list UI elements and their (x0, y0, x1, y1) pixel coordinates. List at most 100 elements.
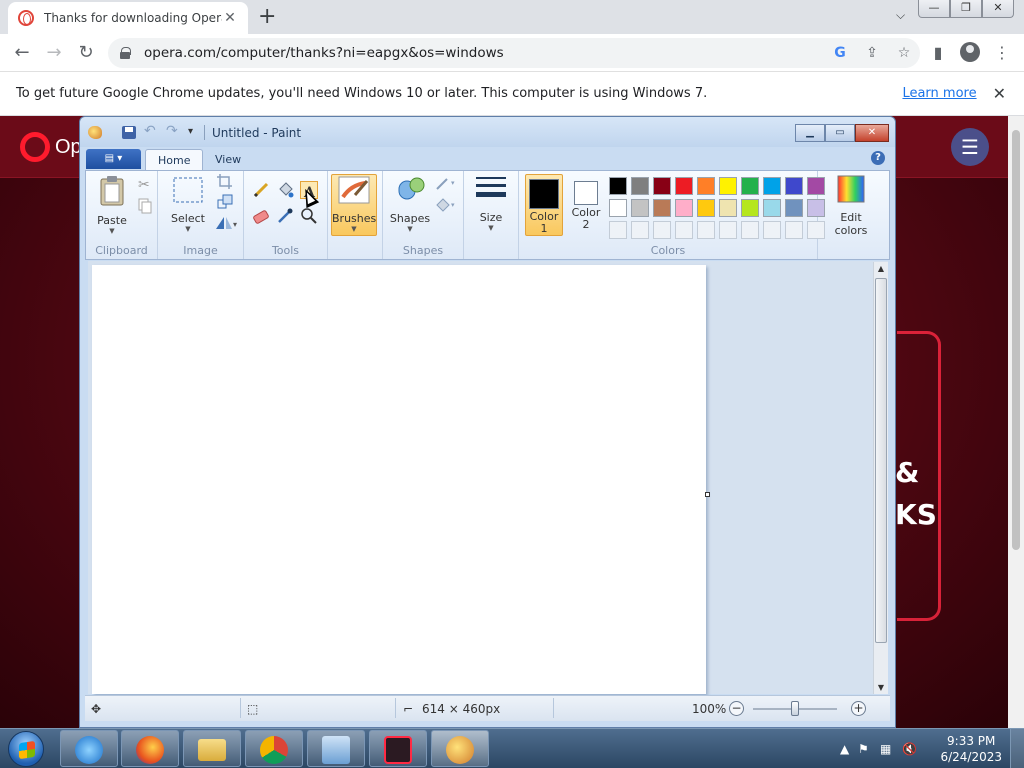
palette-swatch[interactable] (631, 199, 649, 217)
custom-color-slot[interactable] (653, 221, 671, 239)
canvas-resize-handle[interactable] (705, 492, 710, 497)
custom-color-slot[interactable] (675, 221, 693, 239)
volume-muted-icon[interactable]: 🔇 (902, 742, 917, 756)
select-button[interactable]: Select ▼ (166, 175, 210, 233)
eraser-icon[interactable] (252, 207, 270, 225)
show-desktop-button[interactable] (1010, 729, 1024, 768)
custom-color-slot[interactable] (719, 221, 737, 239)
taskbar-opera-gx[interactable] (369, 730, 427, 767)
shapes-button[interactable]: Shapes ▼ (387, 175, 433, 233)
paint-app-icon[interactable] (88, 126, 102, 139)
custom-color-slot[interactable] (609, 221, 627, 239)
page-scrollbar-thumb[interactable] (1012, 130, 1020, 550)
profile-button[interactable] (954, 36, 986, 68)
tab-close-icon[interactable]: ✕ (222, 10, 238, 26)
taskbar-ie[interactable] (60, 730, 118, 767)
side-panel-icon[interactable]: ▮ (922, 36, 954, 68)
palette-swatch[interactable] (741, 199, 759, 217)
drawing-canvas[interactable] (92, 265, 706, 694)
palette-swatch[interactable] (785, 199, 803, 217)
palette-swatch[interactable] (719, 199, 737, 217)
pencil-icon[interactable] (252, 181, 270, 199)
zoom-slider-thumb[interactable] (791, 701, 799, 716)
google-lens-icon[interactable]: G (824, 45, 856, 61)
color2-button[interactable]: Color 2 (567, 174, 605, 236)
palette-swatch[interactable] (719, 177, 737, 195)
fill-icon[interactable]: ▾ (435, 195, 461, 213)
palette-swatch[interactable] (653, 177, 671, 195)
tray-expand-icon[interactable]: ▲ (840, 742, 849, 756)
zoom-in-button[interactable]: + (851, 701, 866, 716)
palette-swatch[interactable] (785, 177, 803, 195)
paint-maximize-button[interactable]: ▭ (825, 124, 855, 142)
action-center-icon[interactable]: ⚑ (858, 742, 869, 756)
save-icon[interactable] (122, 126, 136, 139)
close-window-button[interactable]: ✕ (982, 0, 1014, 18)
magnifier-icon[interactable] (300, 207, 318, 225)
undo-icon[interactable]: ↶ (144, 123, 158, 139)
palette-swatch[interactable] (741, 177, 759, 195)
brushes-button[interactable]: Brushes ▼ (331, 174, 377, 236)
share-icon[interactable]: ⇪ (856, 45, 888, 61)
bookmark-star-icon[interactable]: ☆ (888, 45, 920, 61)
learn-more-link[interactable]: Learn more (902, 86, 976, 101)
palette-swatch[interactable] (631, 177, 649, 195)
custom-color-slot[interactable] (631, 221, 649, 239)
quick-access-dropdown-icon[interactable]: ▾ (188, 126, 202, 139)
palette-swatch[interactable] (653, 199, 671, 217)
copy-icon[interactable] (136, 197, 154, 215)
hamburger-menu-icon[interactable]: ☰ (951, 128, 989, 166)
crop-icon[interactable] (216, 173, 234, 191)
cut-icon[interactable]: ✂ (136, 175, 154, 193)
new-tab-button[interactable]: + (258, 5, 276, 29)
start-button[interactable] (8, 731, 44, 767)
tab-view[interactable]: View (203, 149, 253, 171)
zoom-out-button[interactable]: − (729, 701, 744, 716)
custom-color-slot[interactable] (741, 221, 759, 239)
opera-logo-icon[interactable] (20, 132, 50, 162)
help-icon[interactable]: ? (871, 151, 885, 165)
fill-bucket-icon[interactable] (276, 181, 294, 199)
paste-button[interactable]: Paste ▼ (92, 175, 132, 235)
taskbar-explorer[interactable] (183, 730, 241, 767)
tab-home[interactable]: Home (145, 149, 204, 171)
url-text[interactable]: opera.com/computer/thanks?ni=eapgx&os=wi… (144, 45, 824, 61)
back-arrow-icon[interactable]: ← (6, 37, 38, 69)
paint-minimize-button[interactable]: ▁ (795, 124, 825, 142)
custom-color-slot[interactable] (763, 221, 781, 239)
canvas-vertical-scrollbar[interactable]: ▲ ▼ (873, 262, 888, 694)
reload-icon[interactable]: ↻ (70, 37, 102, 69)
palette-swatch[interactable] (763, 177, 781, 195)
palette-swatch[interactable] (609, 199, 627, 217)
forward-arrow-icon[interactable]: → (38, 37, 70, 69)
color-picker-icon[interactable] (276, 207, 294, 225)
palette-swatch[interactable] (609, 177, 627, 195)
palette-swatch[interactable] (675, 177, 693, 195)
custom-color-slot[interactable] (785, 221, 803, 239)
taskbar-firefox[interactable] (121, 730, 179, 767)
palette-swatch[interactable] (807, 177, 825, 195)
taskbar-chrome[interactable] (245, 730, 303, 767)
paint-menu-button[interactable]: ▤ ▾ (86, 149, 141, 169)
rotate-icon[interactable]: ▾ (214, 213, 240, 231)
browser-tab[interactable]: Thanks for downloading Opera ✕ (8, 2, 248, 34)
palette-swatch[interactable] (697, 177, 715, 195)
palette-swatch[interactable] (697, 199, 715, 217)
scroll-down-arrow-icon[interactable]: ▼ (874, 683, 888, 692)
scroll-up-arrow-icon[interactable]: ▲ (874, 264, 888, 273)
redo-icon[interactable]: ↷ (166, 123, 180, 139)
palette-swatch[interactable] (675, 199, 693, 217)
infobar-close-icon[interactable]: ✕ (993, 84, 1006, 103)
color1-button[interactable]: Color 1 (525, 174, 563, 236)
custom-color-slot[interactable] (807, 221, 825, 239)
edit-colors-button[interactable]: Edit colors (826, 174, 876, 237)
palette-swatch[interactable] (807, 199, 825, 217)
custom-color-slot[interactable] (697, 221, 715, 239)
minimize-button[interactable]: — (918, 0, 950, 18)
kebab-menu-icon[interactable]: ⋮ (986, 36, 1018, 68)
size-button[interactable]: Size ▼ (470, 174, 512, 232)
taskbar-clock[interactable]: 9:33 PM 6/24/2023 (940, 733, 1002, 765)
paint-close-button[interactable]: ✕ (855, 124, 889, 142)
address-bar[interactable]: opera.com/computer/thanks?ni=eapgx&os=wi… (108, 38, 920, 68)
palette-swatch[interactable] (763, 199, 781, 217)
